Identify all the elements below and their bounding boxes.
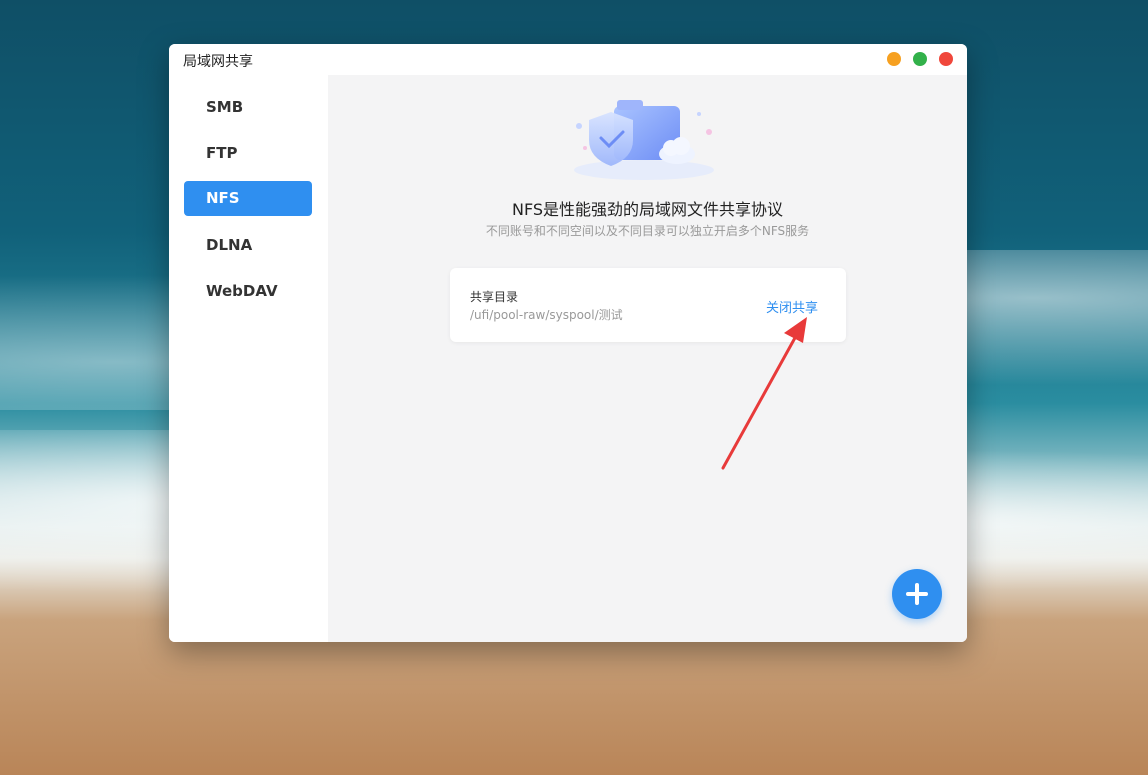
- sidebar-item-label: SMB: [206, 98, 244, 116]
- sidebar-item-smb[interactable]: SMB: [184, 90, 312, 125]
- sidebar-item-label: WebDAV: [206, 282, 278, 300]
- share-card: 共享目录 /ufi/pool-raw/syspool/测试 关闭共享: [450, 268, 846, 342]
- sidebar-item-label: FTP: [206, 144, 238, 162]
- close-share-button[interactable]: 关闭共享: [766, 297, 818, 316]
- sidebar: SMB FTP NFS DLNA WebDAV: [169, 75, 328, 642]
- subheadline: 不同账号和不同空间以及不同目录可以独立开启多个NFS服务: [485, 224, 810, 238]
- headline: NFS是性能强劲的局域网文件共享协议: [511, 200, 784, 219]
- close-button[interactable]: [939, 52, 953, 66]
- share-label: 共享目录: [470, 290, 519, 304]
- app-window: 局域网共享 SMB FTP NFS DLNA WebDAV NFS是性能强劲的局…: [169, 44, 967, 642]
- title-bar: 局域网共享: [169, 44, 967, 76]
- folder-shield-cloud-illustration-icon: [574, 100, 714, 180]
- sidebar-item-dlna[interactable]: DLNA: [184, 228, 312, 263]
- minimize-button[interactable]: [887, 52, 901, 66]
- maximize-button[interactable]: [913, 52, 927, 66]
- sidebar-item-ftp[interactable]: FTP: [184, 136, 312, 171]
- sidebar-item-label: NFS: [206, 189, 240, 207]
- main-panel: NFS是性能强劲的局域网文件共享协议 不同账号和不同空间以及不同目录可以独立开启…: [328, 75, 967, 642]
- sidebar-item-webdav[interactable]: WebDAV: [184, 274, 312, 309]
- sidebar-item-label: DLNA: [206, 236, 253, 254]
- sidebar-item-nfs[interactable]: NFS: [184, 181, 312, 216]
- share-path: /ufi/pool-raw/syspool/测试: [470, 308, 623, 322]
- add-share-button[interactable]: [892, 569, 942, 619]
- window-title: 局域网共享: [183, 54, 253, 70]
